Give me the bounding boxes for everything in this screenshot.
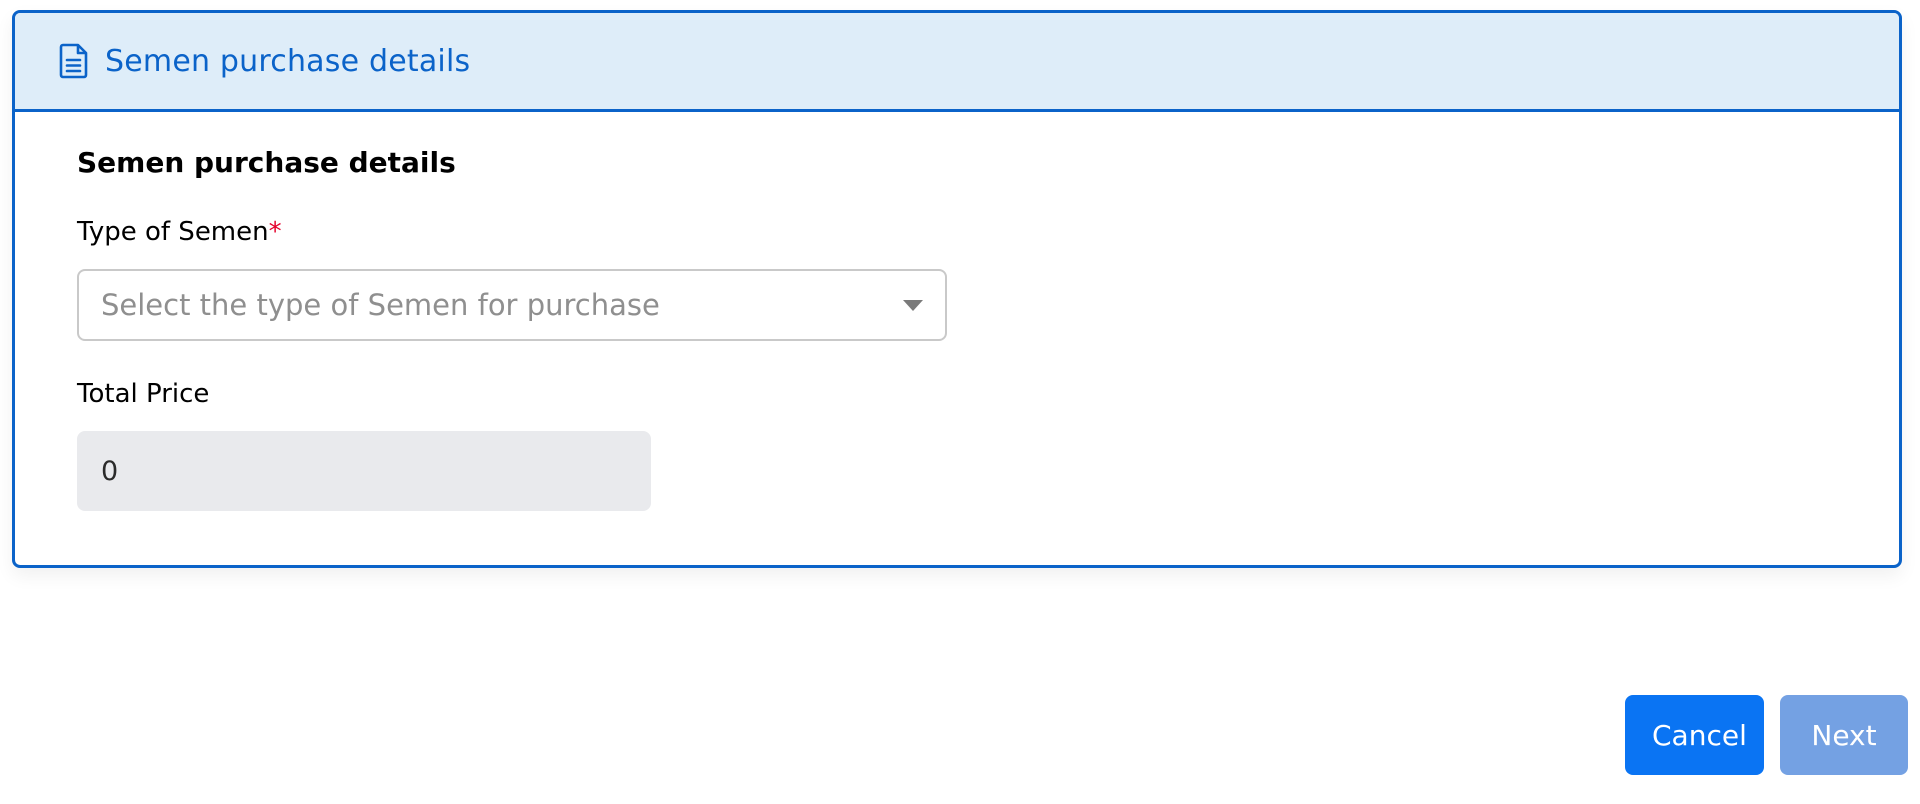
card-header-title: Semen purchase details <box>105 43 471 79</box>
chevron-down-icon <box>903 299 923 311</box>
total-price-label: Total Price <box>77 379 210 409</box>
card-body: Semen purchase details Type of Semen* Se… <box>15 112 1899 511</box>
cancel-button[interactable]: Cancel <box>1625 695 1764 775</box>
total-price-input <box>77 431 651 511</box>
semen-type-select[interactable]: Select the type of Semen for purchase <box>77 269 947 341</box>
section-title: Semen purchase details <box>77 146 456 179</box>
document-icon <box>59 43 89 79</box>
semen-type-label-text: Type of Semen <box>77 217 269 247</box>
semen-type-field: Type of Semen* Select the type of Semen … <box>77 217 1899 341</box>
purchase-details-card: Semen purchase details Semen purchase de… <box>12 10 1902 568</box>
form-actions: Cancel Next <box>1625 695 1908 775</box>
semen-type-label: Type of Semen* <box>77 217 1899 247</box>
card-header: Semen purchase details <box>15 13 1899 112</box>
semen-type-placeholder: Select the type of Semen for purchase <box>101 288 660 322</box>
next-button[interactable]: Next <box>1780 695 1908 775</box>
required-mark: * <box>268 217 282 247</box>
total-price-field: Total Price <box>77 379 1899 511</box>
